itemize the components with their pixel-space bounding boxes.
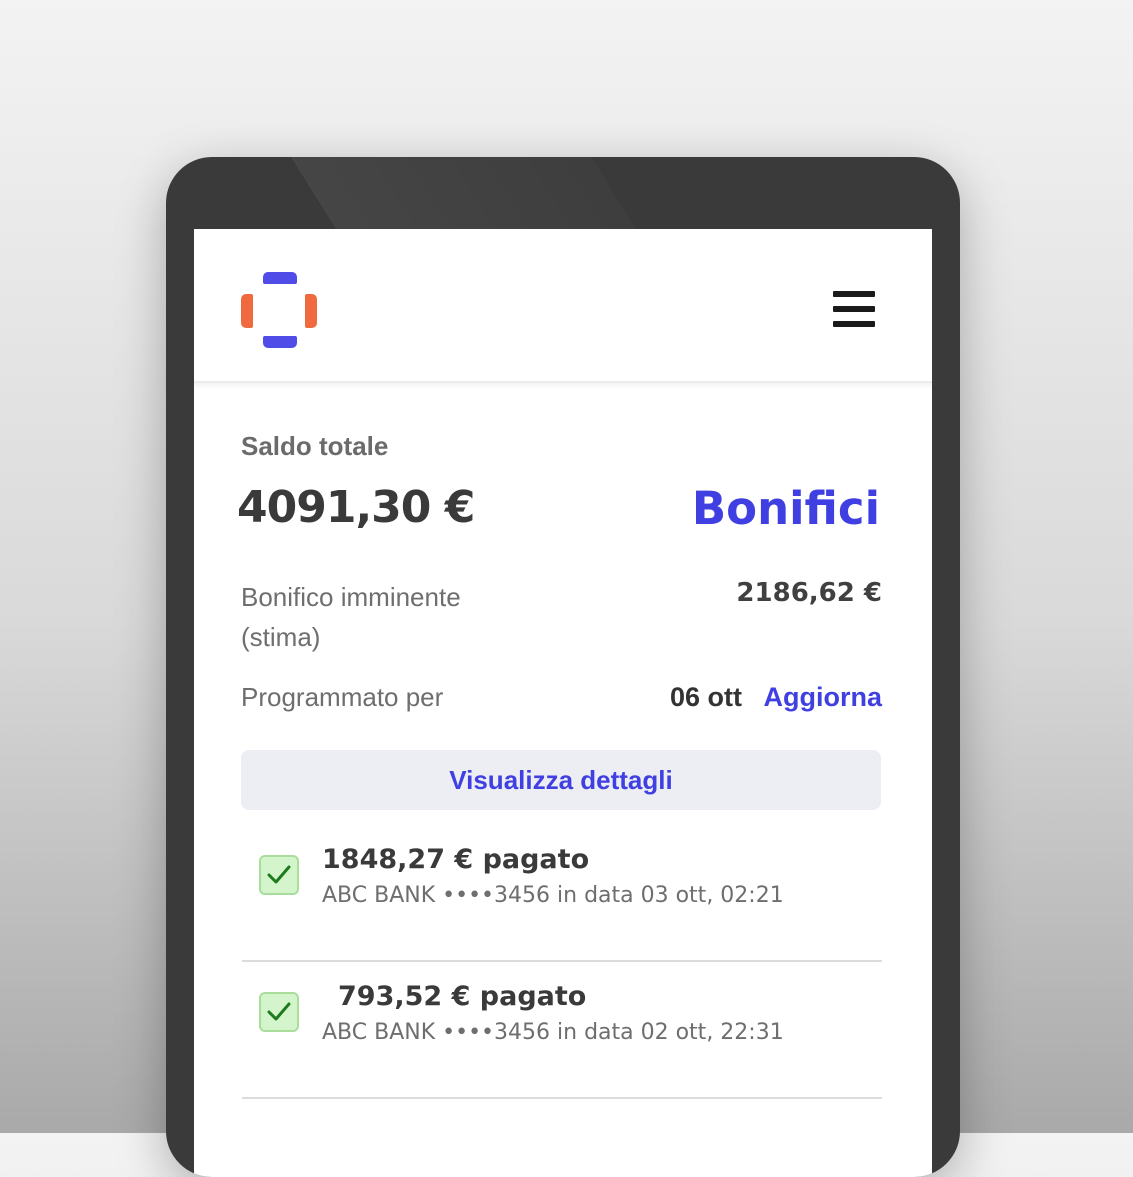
view-details-button[interactable]: Visualizza dettagli <box>241 750 881 810</box>
upcoming-transfer-amount: 2186,62 € <box>736 578 882 608</box>
transaction-row[interactable]: 793,52 € pagato ABC BANK ••••3456 in dat… <box>242 963 882 1099</box>
balance-label: Saldo totale <box>241 431 389 461</box>
logo-segment-top <box>263 272 297 284</box>
transaction-amount: 793,52 € pagato <box>338 981 587 1012</box>
transaction-amount: 1848,27 € pagato <box>322 844 590 875</box>
brand-logo-icon[interactable] <box>241 272 319 350</box>
page-title: Bonifici <box>691 482 880 535</box>
checkmark-icon <box>259 855 299 895</box>
scheduled-label: Programmato per <box>241 682 444 712</box>
balance-amount: 4091,30 € <box>237 482 475 533</box>
logo-segment-right <box>305 294 317 328</box>
hamburger-menu-icon[interactable] <box>830 289 876 331</box>
menu-line <box>833 306 875 312</box>
logo-segment-left <box>241 294 253 328</box>
transaction-details: ABC BANK ••••3456 in data 02 ott, 22:31 <box>322 1020 784 1045</box>
transaction-row[interactable]: 1848,27 € pagato ABC BANK ••••3456 in da… <box>242 826 882 962</box>
logo-segment-bottom <box>263 336 297 348</box>
menu-line <box>833 321 875 327</box>
transaction-details: ABC BANK ••••3456 in data 03 ott, 02:21 <box>322 883 784 908</box>
phone-frame: Saldo totale 4091,30 € Bonifici Bonifico… <box>166 157 960 1177</box>
scheduled-date: 06 ott <box>669 682 742 712</box>
checkmark-icon <box>259 992 299 1032</box>
menu-line <box>833 291 875 297</box>
update-link[interactable]: Aggiorna <box>764 682 883 713</box>
app-header <box>194 229 932 383</box>
app-screen: Saldo totale 4091,30 € Bonifici Bonifico… <box>194 229 932 1177</box>
upcoming-transfer-label: Bonifico imminente (stima) <box>241 582 461 652</box>
